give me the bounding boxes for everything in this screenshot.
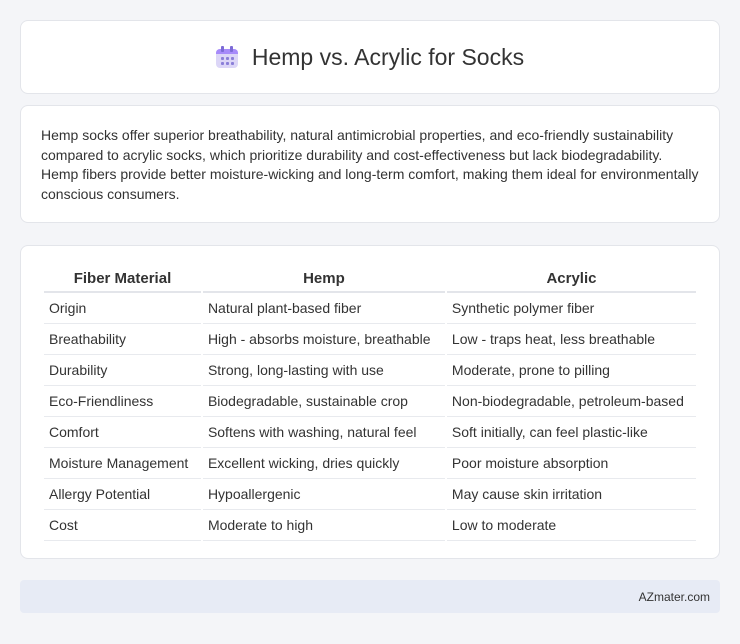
table-row: Cost Moderate to high Low to moderate	[44, 510, 696, 541]
acrylic-cell: May cause skin irritation	[446, 479, 696, 510]
header-fiber-material: Fiber Material	[44, 266, 201, 293]
acrylic-cell: Soft initially, can feel plastic-like	[446, 417, 696, 448]
footer-bar: AZmater.com	[20, 580, 720, 613]
acrylic-cell: Low to moderate	[446, 510, 696, 541]
row-label: Durability	[44, 355, 201, 386]
hemp-cell: Strong, long-lasting with use	[202, 355, 445, 386]
table-row: Comfort Softens with washing, natural fe…	[44, 417, 696, 448]
table-row: Breathability High - absorbs moisture, b…	[44, 324, 696, 355]
row-label: Breathability	[44, 324, 201, 355]
acrylic-cell: Low - traps heat, less breathable	[446, 324, 696, 355]
hemp-cell: Moderate to high	[202, 510, 445, 541]
acrylic-cell: Poor moisture absorption	[446, 448, 696, 479]
page-title: Hemp vs. Acrylic for Socks	[251, 43, 525, 70]
row-label: Eco-Friendliness	[44, 386, 201, 417]
row-label: Moisture Management	[44, 448, 201, 479]
table-row: Eco-Friendliness Biodegradable, sustaina…	[44, 386, 696, 417]
summary-card: Hemp socks offer superior breathability,…	[20, 105, 720, 223]
hemp-cell: Hypoallergenic	[202, 479, 445, 510]
row-label: Comfort	[44, 417, 201, 448]
comparison-table: Fiber Material Hemp Acrylic Origin Natur…	[42, 266, 698, 541]
hemp-cell: Natural plant-based fiber	[202, 293, 445, 324]
hemp-cell: Biodegradable, sustainable crop	[202, 386, 445, 417]
hemp-cell: High - absorbs moisture, breathable	[202, 324, 445, 355]
summary-text: Hemp socks offer superior breathability,…	[41, 127, 699, 202]
comparison-card: Fiber Material Hemp Acrylic Origin Natur…	[20, 245, 720, 559]
table-row: Durability Strong, long-lasting with use…	[44, 355, 696, 386]
acrylic-cell: Non-biodegradable, petroleum-based	[446, 386, 696, 417]
header-hemp: Hemp	[202, 266, 445, 293]
title-card: Hemp vs. Acrylic for Socks	[20, 20, 720, 94]
row-label: Origin	[44, 293, 201, 324]
table-row: Moisture Management Excellent wicking, d…	[44, 448, 696, 479]
acrylic-cell: Synthetic polymer fiber	[446, 293, 696, 324]
row-label: Cost	[44, 510, 201, 541]
hemp-cell: Softens with washing, natural feel	[202, 417, 445, 448]
acrylic-cell: Moderate, prone to pilling	[446, 355, 696, 386]
header-acrylic: Acrylic	[446, 266, 696, 293]
hemp-cell: Excellent wicking, dries quickly	[202, 448, 445, 479]
table-row: Origin Natural plant-based fiber Synthet…	[44, 293, 696, 324]
footer-site-name: AZmater.com	[638, 589, 710, 604]
row-label: Allergy Potential	[44, 479, 201, 510]
calendar-icon	[215, 46, 238, 68]
table-header-row: Fiber Material Hemp Acrylic	[44, 266, 696, 293]
table-row: Allergy Potential Hypoallergenic May cau…	[44, 479, 696, 510]
